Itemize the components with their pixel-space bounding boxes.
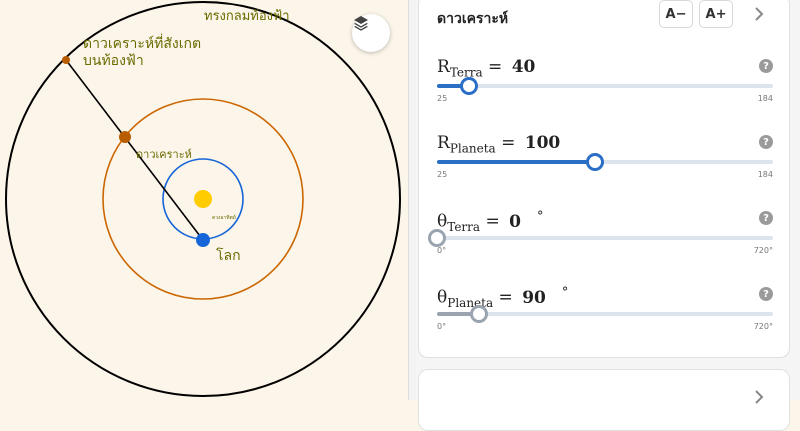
slider-value: 0 — [509, 211, 521, 232]
slider-unit: ° — [536, 209, 544, 224]
earth-label: โลก — [216, 247, 241, 264]
earth-point[interactable] — [196, 233, 210, 247]
layers-button[interactable] — [352, 14, 390, 52]
layers-icon — [354, 16, 368, 31]
sun-point[interactable] — [194, 190, 212, 208]
second-card[interactable] — [418, 369, 790, 431]
slider-label: RTerra = 40 — [437, 57, 536, 80]
slider-max: 720° — [753, 246, 773, 255]
slider-track[interactable] — [437, 305, 773, 323]
slider-unit: ° — [561, 285, 569, 300]
slider-r-terra: RTerra = 40 ? 25 184 — [437, 57, 773, 117]
slider-max: 184 — [757, 94, 773, 103]
slider-track[interactable] — [428, 229, 773, 247]
observed-label-line2: บนท้องฟ้า — [83, 53, 144, 69]
observed-planet-point[interactable] — [62, 56, 70, 64]
slider-min: 25 — [437, 94, 448, 103]
slider-min: 0° — [437, 322, 447, 331]
observed-label-line1: ดาวเคราะห์ที่สังเกต — [83, 34, 201, 52]
help-icon[interactable]: ? — [759, 211, 773, 225]
slider-thumb[interactable] — [459, 77, 478, 95]
slider-label: θTerra = 0 ° — [437, 209, 544, 235]
help-icon[interactable]: ? — [759, 59, 773, 73]
slider-thumb[interactable] — [470, 305, 488, 323]
slider-thumb[interactable] — [428, 229, 446, 247]
slider-max: 184 — [757, 170, 773, 179]
help-icon[interactable]: ? — [759, 135, 773, 149]
zoom-in-button[interactable]: A+ — [699, 0, 733, 28]
card-title: ดาวเคราะห์ — [437, 11, 509, 27]
orbit-diagram: ทรงกลมท้องฟ้า ดาวเคราะห์ที่สังเกต บนท้อง… — [5, 1, 401, 397]
graphics-canvas[interactable]: ทรงกลมท้องฟ้า ดาวเคราะห์ที่สังเกต บนท้อง… — [0, 0, 408, 400]
chevron-right-icon[interactable] — [749, 386, 769, 408]
slider-min: 0° — [437, 246, 447, 255]
help-icon[interactable]: ? — [759, 287, 773, 301]
slider-value: 90 — [522, 287, 546, 308]
planet-point[interactable] — [119, 131, 131, 143]
slider-value: 40 — [511, 57, 536, 77]
sky-label: ทรงกลมท้องฟ้า — [204, 9, 290, 24]
algebra-panel: ดาวเคราะห์ A− A+ RTerra = 40 ? 25 184 RP… — [416, 0, 800, 431]
slider-label: RPlaneta = 100 — [437, 133, 561, 156]
sliders-card: ดาวเคราะห์ A− A+ RTerra = 40 ? 25 184 RP… — [418, 0, 790, 358]
slider-track[interactable] — [437, 77, 773, 95]
slider-max: 720° — [753, 322, 773, 331]
zoom-out-button[interactable]: A− — [659, 0, 693, 28]
slider-value: 100 — [524, 133, 561, 153]
slider-fill — [437, 160, 596, 164]
slider-track[interactable] — [437, 153, 773, 171]
slider-theta-planeta: θPlaneta = 90 ° ? 0° 720° — [437, 285, 773, 345]
slider-label: θPlaneta = 90 ° — [437, 285, 569, 311]
slider-thumb[interactable] — [586, 153, 605, 171]
planet-label: ดาวเคราะห์ — [136, 148, 192, 161]
sun-label: ดวงอาทิตย์ — [212, 214, 236, 221]
slider-r-planeta: RPlaneta = 100 ? 25 184 — [437, 133, 773, 193]
slider-theta-terra: θTerra = 0 ° ? 0° 720° — [428, 209, 773, 269]
slider-min: 25 — [437, 170, 448, 179]
chevron-right-icon[interactable] — [749, 3, 769, 25]
